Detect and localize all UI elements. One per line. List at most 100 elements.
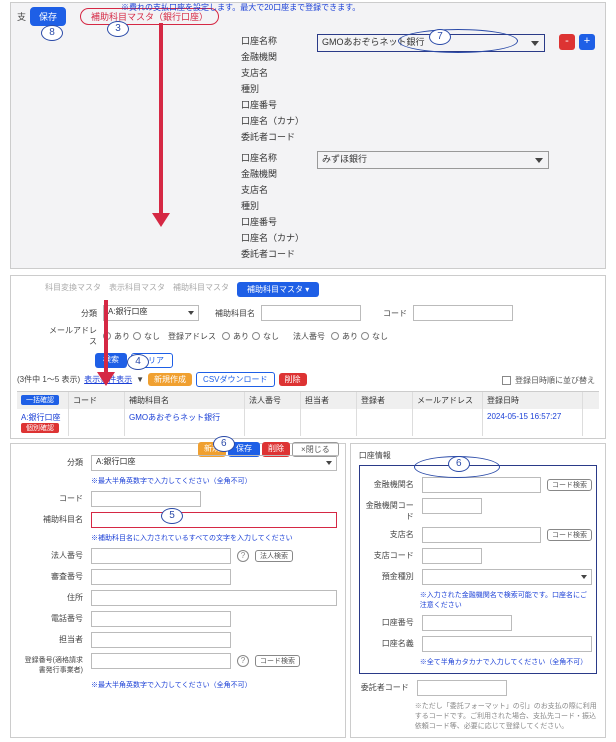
hint-bunrui: ※最大半角英数字で入力してください（全角不可） <box>91 476 337 486</box>
regaddr-radio-group[interactable]: あり なし <box>222 331 279 342</box>
label-legal: 法人番号 <box>19 548 83 561</box>
shubetsu-select[interactable] <box>422 569 592 585</box>
resp-input[interactable] <box>91 632 231 648</box>
col-name[interactable]: 補助科目名 <box>125 392 245 409</box>
add-account-button[interactable]: + <box>579 34 595 50</box>
label-itaku: 委託者コード <box>359 680 409 693</box>
delete-button[interactable]: 削除 <box>279 373 307 386</box>
legal-search-button[interactable]: 法人検索 <box>255 550 293 562</box>
acctname-input[interactable] <box>422 636 592 652</box>
radio-icon <box>252 332 260 340</box>
label-code: コード <box>367 308 407 319</box>
code-input[interactable] <box>413 305 513 321</box>
radio-icon <box>331 332 339 340</box>
account-field-labels: 口座名称 金融機関 支店名 種別 口座番号 口座名（カナ） 委託者コード <box>241 151 307 260</box>
label-resp: 担当者 <box>19 632 83 645</box>
checkbox-icon <box>502 376 511 385</box>
label-mail: メールアドレス <box>47 325 97 347</box>
legal-input[interactable] <box>91 548 231 564</box>
radio-icon <box>361 332 369 340</box>
col-legal[interactable]: 法人番号 <box>245 392 301 409</box>
regno-input[interactable] <box>91 653 231 669</box>
kikan-code-input[interactable] <box>422 498 482 514</box>
account-field-labels: 口座名称 金融機関 支店名 種別 口座番号 口座名（カナ） 委託者コード <box>241 34 307 143</box>
bulk-confirm-button[interactable]: 一括確認 <box>21 395 59 405</box>
callout-6: 6 <box>213 436 235 452</box>
search-button[interactable]: 検索 <box>95 353 127 368</box>
code-search-button[interactable]: コード検索 <box>547 479 592 491</box>
hint-name: ※補助科目名に入力されているすべての文字を入力してください <box>91 533 337 543</box>
jusho-input[interactable] <box>91 590 337 606</box>
col-mail[interactable]: メールアドレス <box>413 392 483 409</box>
csv-button[interactable]: CSVダウンロード <box>196 372 274 387</box>
tab-aux-alt[interactable]: 補助科目マスタ <box>173 282 229 297</box>
code-search-button[interactable]: コード検索 <box>547 529 592 541</box>
kikan-input[interactable] <box>422 477 541 493</box>
tab-aux-active[interactable]: 補助科目マスタ ▾ <box>237 282 319 297</box>
label-jusho: 住所 <box>19 590 83 603</box>
auxname-input[interactable] <box>261 305 361 321</box>
label-siten: 支店名 <box>364 527 414 540</box>
code-input-edit[interactable] <box>91 491 201 507</box>
itaku-input[interactable] <box>417 680 507 696</box>
row-confirm-button[interactable]: 個別確認 <box>21 423 59 433</box>
callout-3: 3 <box>107 21 129 37</box>
row-bunrui[interactable]: A:銀行口座 <box>21 413 61 422</box>
row-name-link[interactable]: GMOあおぞらネット銀行 <box>129 413 220 422</box>
label-siten-code: 支店コード <box>364 548 414 561</box>
mail-radio-group[interactable]: あり なし <box>103 331 160 342</box>
auxname-input-edit[interactable] <box>91 512 337 528</box>
results-grid: 一括確認 コード 補助科目名 法人番号 担当者 登録者 メールアドレス 登録日時… <box>17 391 599 436</box>
label-auxname: 補助科目名 <box>19 512 83 525</box>
account-name-select-2[interactable]: みずほ銀行 <box>317 151 549 169</box>
hint-acctname: ※全て半角カタカナで入力してください（全角不可） <box>420 657 592 667</box>
label-code: コード <box>19 491 83 504</box>
account-info-frame: 6 金融機関名 コード検索 金融機関コード 支店名 コード検索 支店コード 預金… <box>359 465 597 674</box>
bunrui-select-edit[interactable]: A:銀行口座 <box>91 455 337 471</box>
label-kikan: 金融機関名 <box>364 477 414 490</box>
tab-display[interactable]: 表示科目マスタ <box>109 282 165 297</box>
label-bunrui: 分類 <box>47 308 97 319</box>
new-button[interactable]: 新規作成 <box>148 373 192 386</box>
callout-ellipse-7 <box>398 29 518 53</box>
hint-kikan: ※入力された金融機関名で検索可能です。口座名にご注意ください <box>420 590 592 610</box>
row-date: 2024-05-15 16:57:27 <box>483 409 583 436</box>
prefix-label: 支 <box>17 10 26 23</box>
radio-icon <box>133 332 141 340</box>
bunrui-select[interactable]: A:銀行口座 <box>103 305 199 321</box>
col-resp[interactable]: 担当者 <box>301 392 357 409</box>
master-search-section: 科目変換マスタ 表示科目マスタ 補助科目マスタ 補助科目マスタ ▾ 分類 A:銀… <box>10 275 606 439</box>
acctno-input[interactable] <box>422 615 512 631</box>
hint-regno: ※最大半角英数字で入力してください（全角不可） <box>91 680 337 690</box>
col-code[interactable]: コード <box>69 392 125 409</box>
siten-input[interactable] <box>422 527 541 543</box>
code-search-button[interactable]: コード検索 <box>255 655 300 667</box>
siten-code-input[interactable] <box>422 548 482 564</box>
label-acctno: 口座番号 <box>364 615 414 628</box>
sort-by-date-check[interactable]: 登録日時順に並び替え <box>502 375 595 386</box>
remove-account-button[interactable]: - <box>559 34 575 50</box>
legal-radio-group[interactable]: あり なし <box>331 331 388 342</box>
label-kanri: 審査番号 <box>19 569 83 582</box>
account-info-panel: 口座情報 6 金融機関名 コード検索 金融機関コード 支店名 コード検索 支店コ… <box>350 443 606 738</box>
table-row[interactable]: A:銀行口座 個別確認 GMOあおぞらネット銀行 2024-05-15 16:5… <box>17 409 599 436</box>
limit-note: ※費れの支払口座を設定します。最大で20口座まで登録できます。 <box>121 2 360 13</box>
col-date[interactable]: 登録日時 <box>483 392 583 409</box>
label-regaddr: 登録アドレス <box>166 331 216 342</box>
tab-conversion[interactable]: 科目変換マスタ <box>45 282 101 297</box>
help-icon[interactable]: ? <box>237 655 249 667</box>
label-shubetsu: 預金種別 <box>364 569 414 582</box>
add-remove-controls: - + <box>559 34 595 50</box>
help-icon[interactable]: ? <box>237 550 249 562</box>
radio-icon <box>103 332 111 340</box>
radio-icon <box>222 332 230 340</box>
col-reg[interactable]: 登録者 <box>357 392 413 409</box>
tel-input[interactable] <box>91 611 231 627</box>
label-bunrui: 分類 <box>19 455 83 468</box>
save-button[interactable]: 保存 <box>30 7 66 26</box>
note-itaku: ※ただし「委託フォーマット」の引」のお支払の際に利用するコードです。ご利用された… <box>415 701 597 731</box>
display-toggle[interactable]: 表示条件表示 <box>84 374 132 385</box>
label-auxname: 補助科目名 <box>205 308 255 319</box>
kanri-input[interactable] <box>91 569 231 585</box>
callout-6b: 6 <box>448 456 470 472</box>
